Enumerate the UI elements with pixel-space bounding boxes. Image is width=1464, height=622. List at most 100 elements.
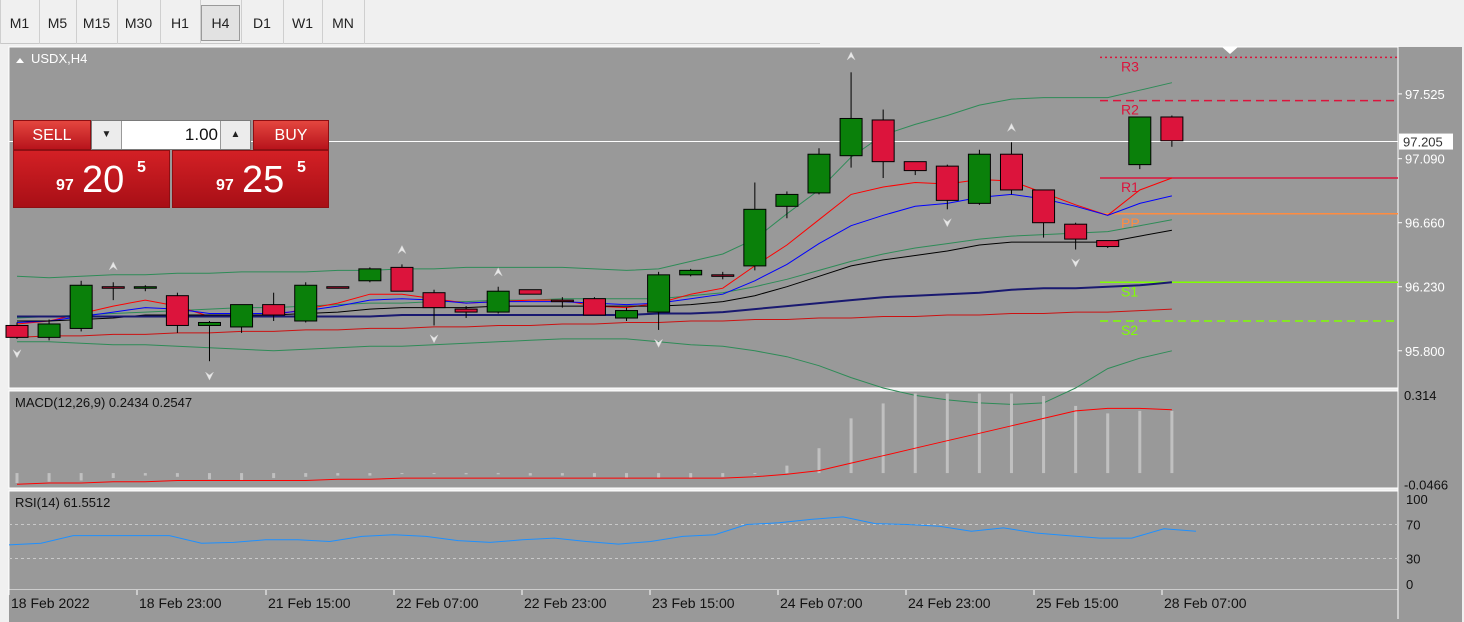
macd-histogram-bar — [689, 473, 693, 479]
macd-histogram-bar — [785, 465, 789, 474]
macd-histogram-bar — [721, 473, 725, 477]
lot-value[interactable]: 1.00 — [122, 121, 218, 149]
timeframe-m30-button[interactable]: M30 — [118, 5, 159, 41]
toolbar-separator — [76, 0, 77, 44]
toolbar-separator — [0, 0, 1, 44]
macd-histogram-bar — [753, 473, 757, 475]
rsi-panel — [8, 490, 1399, 591]
lot-increase-icon[interactable]: ▲ — [220, 121, 250, 149]
macd-histogram-bar — [143, 473, 147, 476]
rsi-tick-label: 70 — [1406, 518, 1420, 533]
price-tick-label: 95.800 — [1405, 344, 1445, 359]
candle-bullish — [358, 268, 382, 282]
candle-bearish — [871, 119, 895, 163]
time-tick-label: 24 Feb 23:00 — [908, 595, 991, 611]
candle-bullish — [775, 193, 799, 207]
macd-panel — [8, 390, 1399, 489]
toolbar-separator — [241, 0, 242, 44]
macd-histogram-bar — [560, 473, 564, 476]
candle-bullish — [839, 117, 863, 157]
candle-bullish — [230, 304, 254, 328]
sell-button[interactable]: SELL — [13, 120, 91, 150]
candle-bearish — [1096, 240, 1120, 248]
macd-histogram-bar — [175, 473, 179, 477]
price-tick-label: 96.230 — [1405, 280, 1445, 295]
timeframe-w1-button[interactable]: W1 — [284, 5, 321, 41]
rsi-tick-label: 0 — [1406, 577, 1413, 592]
candle-bullish — [807, 153, 831, 194]
macd-histogram-bar — [625, 473, 629, 479]
buy-price-button[interactable]: 97 25 5 — [172, 150, 329, 208]
timeframe-h4-button[interactable]: H4 — [201, 5, 240, 41]
timeframe-d1-button[interactable]: D1 — [242, 5, 282, 41]
time-tick-label: 24 Feb 07:00 — [780, 595, 863, 611]
lot-decrease-icon[interactable]: ▼ — [92, 121, 122, 149]
time-tick-label: 28 Feb 07:00 — [1164, 595, 1247, 611]
macd-histogram-bar — [15, 473, 19, 484]
macd-histogram-bar — [1106, 413, 1110, 474]
price-axis-area — [1398, 47, 1462, 622]
candle-bearish — [1160, 116, 1184, 142]
macd-histogram-bar — [272, 473, 276, 479]
macd-histogram-bar — [47, 473, 51, 482]
price-tick-label: 96.660 — [1405, 216, 1445, 231]
candle-bearish — [1032, 189, 1056, 224]
chart-window: 97.525 97.090 96.660 96.230 95.800 R3 R2 R1 PP S1… — [0, 44, 1464, 622]
toolbar-separator — [364, 0, 365, 44]
macd-histogram-bar — [1170, 410, 1174, 474]
macd-histogram-bar — [881, 403, 885, 474]
buy-price-main: 25 — [242, 159, 285, 201]
candle-bearish — [935, 165, 959, 201]
candle-bearish — [711, 274, 735, 277]
candle-bearish — [262, 304, 286, 316]
candle-bearish — [165, 295, 189, 326]
macd-histogram-bar — [817, 448, 821, 474]
candle-bearish — [582, 298, 606, 316]
macd-histogram-bar — [368, 473, 372, 476]
sell-price-button[interactable]: 97 20 5 — [13, 150, 170, 208]
candle-bullish — [37, 323, 61, 338]
candle-bullish — [743, 208, 767, 267]
macd-histogram-bar — [1074, 405, 1078, 474]
toolbar-separator — [322, 0, 323, 44]
candle-bearish — [454, 308, 478, 313]
timeframe-m5-button[interactable]: M5 — [40, 5, 75, 41]
time-tick-label: 21 Feb 15:00 — [268, 595, 351, 611]
timeframe-m15-button[interactable]: M15 — [77, 5, 116, 41]
timeframe-toolbar: M1 M5 M15 M30 H1 H4 D1 W1 MN — [0, 0, 820, 44]
price-tick-label: 97.525 — [1405, 87, 1445, 102]
price-tick-label: 97.090 — [1405, 152, 1445, 167]
candle-bearish — [390, 266, 414, 292]
timeframe-h1-button[interactable]: H1 — [161, 5, 199, 41]
one-click-trading-panel: SELL ▼ 1.00 ▲ BUY 97 20 5 97 25 5 — [13, 120, 329, 208]
pivot-label-r2: R2 — [1121, 102, 1139, 118]
macd-histogram-bar — [207, 473, 211, 480]
time-tick-label: 18 Feb 23:00 — [139, 595, 222, 611]
candle-bullish — [647, 274, 671, 313]
sell-price-main: 20 — [82, 159, 125, 201]
time-tick-label: 23 Feb 15:00 — [652, 595, 735, 611]
candle-bullish — [967, 153, 991, 204]
symbol-label: USDX,H4 — [31, 51, 87, 66]
candle-bullish — [133, 286, 157, 289]
sell-price-pip: 5 — [137, 159, 146, 176]
candle-bearish — [422, 292, 446, 309]
lot-size-field[interactable]: ▼ 1.00 ▲ — [91, 120, 251, 150]
rsi-tick-label: 100 — [1406, 492, 1428, 507]
macd-histogram-bar — [592, 473, 596, 477]
macd-histogram-bar — [464, 473, 468, 475]
macd-histogram-bar — [913, 393, 917, 474]
candle-bullish — [197, 321, 221, 326]
macd-histogram-bar — [528, 473, 532, 476]
buy-button[interactable]: BUY — [253, 120, 329, 150]
candle-bearish — [518, 289, 542, 295]
toolbar-separator — [39, 0, 40, 44]
macd-tick-label: 0.314 — [1404, 388, 1437, 403]
macd-histogram-bar — [849, 418, 853, 474]
macd-histogram-bar — [304, 473, 308, 477]
timeframe-mn-button[interactable]: MN — [323, 5, 363, 41]
candle-bearish — [326, 286, 350, 289]
timeframe-m1-button[interactable]: M1 — [1, 5, 38, 41]
candle-bullish — [69, 284, 93, 329]
toolbar-separator — [200, 0, 201, 44]
